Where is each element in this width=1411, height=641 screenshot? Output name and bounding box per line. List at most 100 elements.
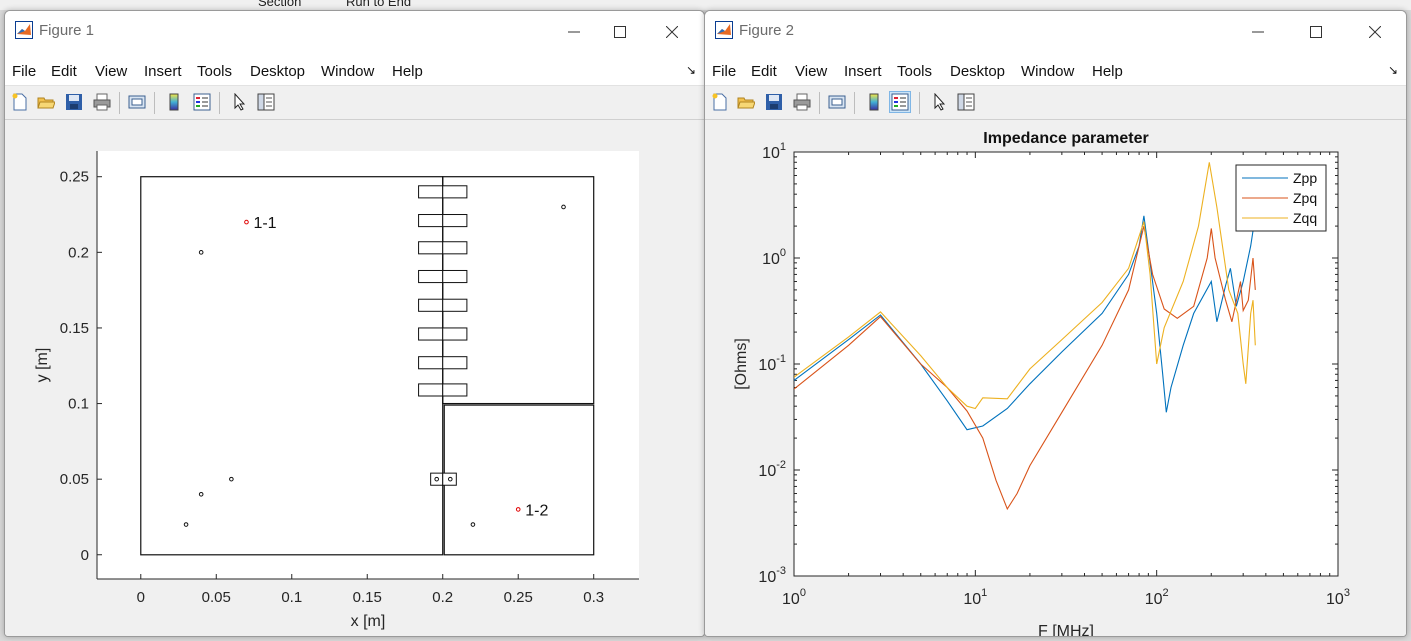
edit-plot-button[interactable] bbox=[229, 91, 251, 113]
menu-tools[interactable]: Tools bbox=[897, 63, 932, 80]
y-tick-label: 10-3 bbox=[758, 565, 786, 586]
menu-insert[interactable]: Insert bbox=[144, 63, 182, 80]
slot-rect bbox=[418, 356, 444, 370]
menu-desktop[interactable]: Desktop bbox=[950, 63, 1005, 80]
open-file-button[interactable] bbox=[35, 91, 57, 113]
port-rect bbox=[442, 472, 457, 486]
slot-rect bbox=[418, 383, 444, 397]
new-figure-button[interactable] bbox=[709, 91, 731, 113]
menu-tools[interactable]: Tools bbox=[197, 63, 232, 80]
figure1-menubar: File Edit View Insert Tools Desktop Wind… bbox=[5, 55, 704, 86]
slot-rect bbox=[442, 383, 468, 397]
menu-window[interactable]: Window bbox=[321, 63, 374, 80]
menu-insert[interactable]: Insert bbox=[844, 63, 882, 80]
close-icon bbox=[1369, 26, 1381, 38]
y-tick-label: 0 bbox=[81, 547, 89, 564]
minimize-icon bbox=[568, 31, 580, 33]
minimize-button[interactable] bbox=[551, 17, 597, 47]
insert-legend-button[interactable] bbox=[889, 91, 911, 113]
open-file-button[interactable] bbox=[735, 91, 757, 113]
chart-title: Impedance parameter bbox=[983, 130, 1148, 147]
slot-rect bbox=[442, 185, 468, 199]
colorbar-icon bbox=[169, 93, 179, 111]
menu-desktop[interactable]: Desktop bbox=[250, 63, 305, 80]
new-file-icon bbox=[12, 93, 27, 111]
insert-colorbar-button[interactable] bbox=[163, 91, 185, 113]
link-plot-icon bbox=[128, 95, 146, 109]
x-tick-label: 101 bbox=[963, 587, 987, 608]
menu-dock-arrow-icon[interactable]: ↘ bbox=[1388, 63, 1398, 77]
figure2-window: Figure 2 File Edit View Insert Tools Des… bbox=[704, 10, 1407, 637]
insert-legend-button[interactable] bbox=[191, 91, 213, 113]
y-tick-label: 10-2 bbox=[758, 459, 786, 480]
close-button[interactable] bbox=[649, 17, 695, 47]
save-button[interactable] bbox=[63, 91, 85, 113]
axes-background bbox=[97, 151, 639, 579]
y-tick-label: 101 bbox=[762, 141, 786, 162]
menu-file[interactable]: File bbox=[712, 63, 736, 80]
menu-help[interactable]: Help bbox=[392, 63, 423, 80]
toolbar-separator bbox=[119, 92, 120, 114]
figure1-window: Figure 1 File Edit View Insert Tools Des… bbox=[4, 10, 705, 637]
x-tick-label: 0.25 bbox=[504, 589, 533, 606]
toolbar-separator bbox=[919, 92, 920, 114]
x-tick-label: 0.05 bbox=[202, 589, 231, 606]
edit-plot-button[interactable] bbox=[929, 91, 951, 113]
x-tick-label: 0.15 bbox=[353, 589, 382, 606]
figure2-toolbar bbox=[705, 86, 1406, 120]
x-tick-label: 0 bbox=[137, 589, 145, 606]
figure2-menubar: File Edit View Insert Tools Desktop Wind… bbox=[705, 55, 1406, 86]
property-inspector-button[interactable] bbox=[255, 91, 277, 113]
figure2-canvas: 100 101 102 103 10-3 10-2 10-1 100 101 Impedance … bbox=[705, 120, 1406, 636]
save-button[interactable] bbox=[763, 91, 785, 113]
open-folder-icon bbox=[737, 97, 755, 109]
menu-edit[interactable]: Edit bbox=[751, 63, 777, 80]
menu-view[interactable]: View bbox=[795, 63, 827, 80]
slot-rect bbox=[418, 327, 444, 341]
toolbar-separator bbox=[154, 92, 155, 114]
print-button[interactable] bbox=[791, 91, 813, 113]
slot-rect bbox=[418, 214, 444, 228]
y-axis-label: y [m] bbox=[34, 348, 51, 383]
toolbar-separator bbox=[219, 92, 220, 114]
menu-help[interactable]: Help bbox=[1092, 63, 1123, 80]
figure2-titlebar[interactable]: Figure 2 bbox=[705, 11, 1406, 55]
maximize-button[interactable] bbox=[597, 17, 643, 47]
layout-plot[interactable]: 0 0.05 0.1 0.15 0.2 0.25 0.3 0 0.05 0.1 0.15 0.2 0.2… bbox=[5, 120, 704, 636]
close-button[interactable] bbox=[1352, 17, 1398, 47]
maximize-button[interactable] bbox=[1293, 17, 1339, 47]
print-icon bbox=[93, 93, 111, 111]
link-plot-icon bbox=[828, 95, 846, 109]
x-tick-label: 0.2 bbox=[432, 589, 453, 606]
link-plot-button[interactable] bbox=[126, 91, 148, 113]
legend-icon bbox=[193, 93, 211, 111]
property-inspector-icon bbox=[257, 93, 275, 111]
menu-edit[interactable]: Edit bbox=[51, 63, 77, 80]
figure1-canvas: 0 0.05 0.1 0.15 0.2 0.25 0.3 0 0.05 0.1 0.15 0.2 0.2… bbox=[5, 120, 704, 636]
run-to-end-label: Run to End bbox=[346, 0, 412, 9]
close-icon bbox=[666, 26, 678, 38]
figure1-titlebar[interactable]: Figure 1 bbox=[5, 11, 704, 55]
slot-rect bbox=[442, 298, 468, 312]
toolbar-separator bbox=[854, 92, 855, 114]
maximize-icon bbox=[1310, 26, 1322, 38]
legend-icon bbox=[891, 93, 909, 111]
y-axis-label: [Ohms] bbox=[733, 338, 750, 390]
menu-window[interactable]: Window bbox=[1021, 63, 1074, 80]
menu-dock-arrow-icon[interactable]: ↘ bbox=[686, 63, 696, 77]
slot-rect bbox=[418, 298, 444, 312]
colorbar-icon bbox=[869, 93, 879, 111]
impedance-chart[interactable]: 100 101 102 103 10-3 10-2 10-1 100 101 Impedance … bbox=[705, 120, 1406, 636]
print-button[interactable] bbox=[91, 91, 113, 113]
minimize-button[interactable] bbox=[1235, 17, 1281, 47]
property-inspector-button[interactable] bbox=[955, 91, 977, 113]
menu-view[interactable]: View bbox=[95, 63, 127, 80]
slot-rect bbox=[442, 327, 468, 341]
menu-file[interactable]: File bbox=[12, 63, 36, 80]
insert-colorbar-button[interactable] bbox=[863, 91, 885, 113]
slot-rect bbox=[442, 269, 468, 284]
link-plot-button[interactable] bbox=[826, 91, 848, 113]
x-axis-label: x [m] bbox=[351, 613, 386, 630]
new-figure-button[interactable] bbox=[9, 91, 31, 113]
maximize-icon bbox=[614, 26, 626, 38]
